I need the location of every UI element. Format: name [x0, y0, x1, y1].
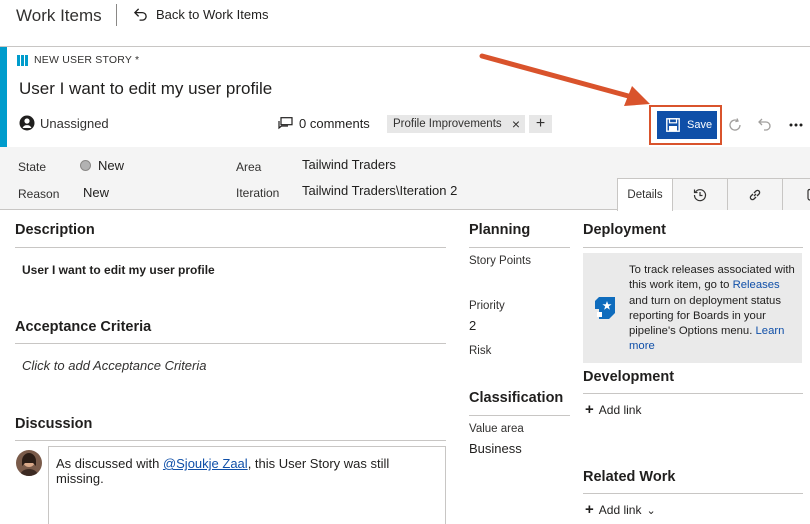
- releases-link[interactable]: Releases: [733, 279, 780, 291]
- deployment-info-panel: To track releases associated with this w…: [583, 253, 802, 363]
- related-work-divider: [583, 493, 803, 494]
- story-points-field[interactable]: [469, 273, 569, 289]
- add-tag-button[interactable]: +: [529, 115, 552, 133]
- iteration-label: Iteration: [236, 186, 280, 200]
- comments-count: 0 comments: [299, 116, 370, 131]
- comment-icon: [278, 117, 293, 130]
- annotation-arrow: [479, 53, 650, 106]
- refresh-icon[interactable]: [727, 117, 743, 133]
- classification-divider: [469, 415, 570, 416]
- priority-label: Priority: [469, 300, 505, 312]
- top-bar: Work Items Back to Work Items: [0, 0, 810, 34]
- work-item-tabs: Details: [617, 178, 810, 211]
- risk-field[interactable]: [469, 362, 569, 378]
- link-icon: [749, 189, 761, 200]
- revert-icon[interactable]: [757, 117, 773, 133]
- iteration-value[interactable]: Tailwind Traders\Iteration 2: [302, 183, 457, 198]
- story-points-label: Story Points: [469, 255, 531, 267]
- state-indicator-icon: [80, 160, 91, 171]
- work-item-title[interactable]: User I want to edit my user profile: [19, 79, 272, 99]
- top-divider: [116, 4, 117, 26]
- state-label: State: [18, 160, 47, 174]
- comments-link[interactable]: 0 comments: [278, 116, 370, 131]
- priority-value[interactable]: 2: [469, 318, 476, 333]
- description-divider: [15, 247, 446, 248]
- description-text[interactable]: User I want to edit my user profile: [22, 263, 215, 277]
- work-item-type: NEW USER STORY *: [17, 54, 139, 66]
- area-value[interactable]: Tailwind Traders: [302, 157, 396, 172]
- more-actions-icon[interactable]: [788, 122, 804, 128]
- tab-links[interactable]: [727, 178, 783, 210]
- plus-icon: +: [585, 501, 594, 518]
- mention-link[interactable]: @Sjoukje Zaal: [163, 456, 248, 471]
- development-add-link-label: Add link: [598, 403, 642, 417]
- rocket-icon: [595, 297, 615, 319]
- tab-attachments[interactable]: [782, 178, 810, 210]
- development-heading: Development: [583, 369, 675, 385]
- planning-heading: Planning: [469, 222, 531, 238]
- header-divider: [0, 46, 810, 47]
- tab-history[interactable]: [672, 178, 728, 210]
- work-item-type-color-bar: [0, 47, 7, 147]
- tab-details-label: Details: [627, 189, 663, 201]
- value-area-label: Value area: [469, 423, 524, 435]
- tab-details[interactable]: Details: [617, 178, 673, 211]
- work-item-type-label: NEW USER STORY *: [34, 54, 140, 66]
- app-title: Work Items: [16, 6, 102, 25]
- related-work-add-link-label: Add link: [598, 503, 642, 517]
- discussion-text-before: As discussed with: [56, 456, 163, 471]
- reason-value[interactable]: New: [83, 185, 109, 200]
- development-divider: [583, 393, 803, 394]
- acceptance-divider: [15, 343, 446, 344]
- save-button[interactable]: Save: [657, 111, 717, 139]
- history-icon: [693, 188, 707, 201]
- back-arrow-icon: [133, 8, 147, 21]
- book-icon: [17, 54, 28, 66]
- assignee-label: Unassigned: [40, 115, 109, 131]
- related-work-add-link-button[interactable]: + Add link ⌄: [585, 501, 656, 518]
- discussion-divider: [15, 440, 446, 441]
- classification-heading: Classification: [469, 390, 564, 406]
- tag-label: Profile Improvements: [393, 118, 502, 130]
- acceptance-criteria-field[interactable]: Click to add Acceptance Criteria: [22, 358, 207, 373]
- save-label: Save: [687, 119, 713, 131]
- planning-divider: [469, 247, 570, 248]
- back-to-work-items-link[interactable]: Back to Work Items: [133, 7, 268, 22]
- acceptance-criteria-heading: Acceptance Criteria: [15, 319, 152, 335]
- discussion-heading: Discussion: [15, 416, 93, 432]
- deployment-message: To track releases associated with this w…: [629, 263, 797, 355]
- deployment-divider: [583, 247, 803, 248]
- risk-label: Risk: [469, 345, 492, 357]
- discussion-input[interactable]: As discussed with @Sjoukje Zaal, this Us…: [48, 446, 446, 524]
- person-icon: [19, 115, 35, 131]
- plus-icon: +: [585, 401, 594, 418]
- chevron-down-icon: ⌄: [646, 504, 656, 517]
- reason-label: Reason: [18, 187, 60, 201]
- description-heading: Description: [15, 222, 95, 238]
- assignee-picker[interactable]: Unassigned: [19, 115, 109, 131]
- state-value[interactable]: New: [98, 158, 124, 173]
- avatar: [16, 450, 42, 476]
- save-icon: [666, 118, 680, 132]
- attachment-icon: [807, 188, 810, 201]
- deployment-heading: Deployment: [583, 222, 666, 238]
- remove-tag-icon[interactable]: ×: [512, 117, 520, 131]
- area-label: Area: [236, 160, 262, 174]
- development-add-link-button[interactable]: + Add link: [585, 401, 642, 418]
- back-link-label: Back to Work Items: [156, 7, 269, 22]
- related-work-heading: Related Work: [583, 469, 676, 485]
- value-area-value[interactable]: Business: [469, 441, 522, 456]
- tag-chip[interactable]: Profile Improvements ×: [387, 115, 525, 133]
